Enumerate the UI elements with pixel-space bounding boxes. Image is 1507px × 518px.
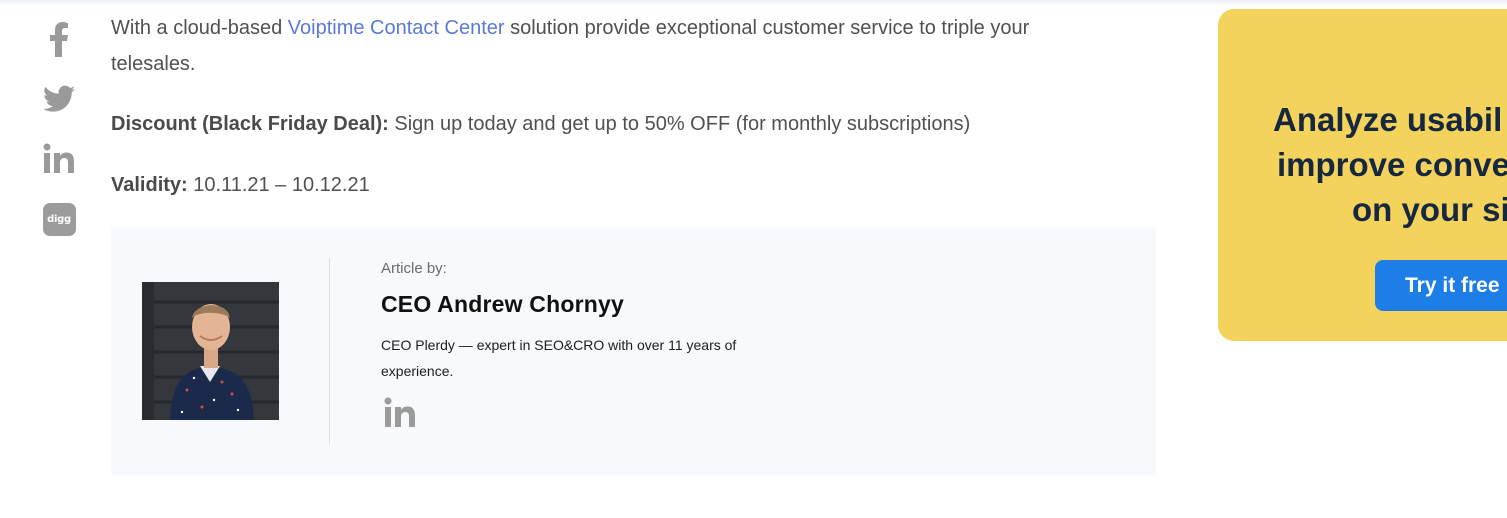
author-linkedin-icon[interactable] (384, 397, 420, 433)
digg-icon[interactable]: digg (40, 200, 78, 238)
author-photo (142, 282, 279, 420)
author-box: Article by: CEO Andrew Chornyy CEO Plerd… (111, 227, 1156, 475)
digg-label: digg (42, 202, 76, 236)
promo-line-3: on your si (1352, 191, 1507, 228)
discount-paragraph: Discount (Black Friday Deal): Sign up to… (111, 106, 1151, 142)
linkedin-icon[interactable] (40, 140, 78, 178)
intro-paragraph: With a cloud-based Voiptime Contact Cent… (111, 10, 1111, 82)
discount-label: Discount (Black Friday Deal): (111, 113, 389, 135)
voiptime-link[interactable]: Voiptime Contact Center (288, 17, 505, 39)
try-it-free-button[interactable]: Try it free (1375, 260, 1507, 311)
author-name: CEO Andrew Chornyy (381, 291, 624, 317)
twitter-icon[interactable] (40, 80, 78, 118)
top-border (0, 0, 1507, 6)
promo-line-1: Analyze usabil (1273, 101, 1503, 138)
article-by-label: Article by: (381, 260, 447, 277)
intro-text: With a cloud-based (111, 17, 288, 39)
validity-label: Validity: (111, 174, 188, 196)
validity-dates: 10.11.21 – 10.12.21 (187, 174, 370, 196)
discount-text: Sign up today and get up to 50% OFF (for… (388, 113, 971, 135)
author-description: CEO Plerdy — expert in SEO&CRO with over… (381, 337, 737, 379)
facebook-icon[interactable] (40, 20, 78, 58)
promo-banner: Analyze usabil improve conve on your si … (1218, 9, 1507, 341)
vertical-divider (329, 258, 330, 444)
promo-line-2: improve conve (1277, 146, 1507, 183)
validity-paragraph: Validity: 10.11.21 – 10.12.21 (111, 167, 370, 203)
